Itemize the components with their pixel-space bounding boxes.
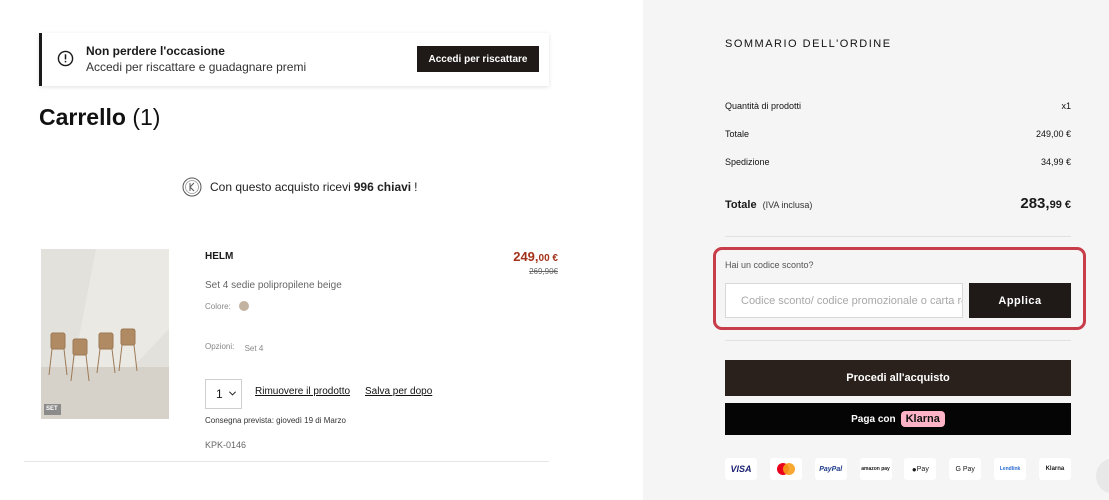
divider [725, 236, 1071, 237]
total-decimal: 99 € [1049, 199, 1071, 211]
apple-pay-label: Pay [916, 465, 929, 473]
summary-row-label: Totale [725, 129, 750, 139]
cart-count: (1) [132, 104, 161, 130]
keys-prefix: Con questo acquisto ricevi [210, 180, 351, 194]
lendlink-icon: Lendlink [994, 458, 1027, 480]
remove-product-link[interactable]: Rimuovere il prodotto [255, 386, 350, 397]
page-title: Carrello (1) [39, 104, 160, 131]
visa-icon: VISA [725, 458, 757, 480]
color-label: Colore: [205, 301, 231, 311]
summary-row-subtotal: Totale 249,00 € [725, 129, 1071, 139]
summary-row-value: 34,99 € [1040, 157, 1071, 167]
amazon-pay-icon: amazon pay [859, 458, 892, 480]
cart-title-label: Carrello [39, 104, 126, 130]
product-color: Colore: [205, 301, 249, 311]
color-swatch [238, 301, 249, 311]
klarna-logo: Klarna [900, 411, 945, 427]
summary-row-quantity: Quantità di prodotti x1 [725, 101, 1071, 111]
delivery-estimate: Consegna prevista: giovedì 19 di Marzo [205, 416, 346, 425]
product-sku: KPK-0146 [205, 440, 247, 450]
login-redeem-button[interactable]: Accedi per riscattare [417, 46, 539, 72]
total-amount: 283,99 € [1020, 195, 1071, 212]
keys-coin-icon [182, 177, 202, 197]
product-options: Opzioni: Set 4 [205, 342, 264, 353]
klarna-icon: Klarna [1038, 458, 1071, 480]
apple-pay-icon: ● Pay [904, 458, 937, 480]
summary-row-shipping: Spedizione 34,99 € [725, 157, 1071, 167]
product-name[interactable]: HELM [205, 251, 233, 262]
google-pay-icon: G Pay [949, 458, 982, 480]
info-icon [57, 50, 74, 67]
save-for-later-link[interactable]: Salva per dopo [365, 386, 432, 397]
payment-methods: VISA PayPal amazon pay ● Pay G Pay Lendli… [725, 458, 1071, 480]
options-label: Opzioni: [205, 342, 235, 351]
summary-row-value: 249,00 € [1035, 129, 1071, 139]
product-price: 249,00 € [513, 249, 558, 264]
keys-reward-note: Con questo acquisto ricevi 996 chiavi ! [182, 177, 417, 197]
promo-label: Hai un codice sconto? [725, 260, 814, 270]
product-image[interactable]: SET [41, 249, 169, 419]
price-decimal: 00 € [538, 253, 558, 264]
product-description: Set 4 sedie polipropilene beige [205, 280, 342, 291]
banner-subtitle: Accedi per riscattare e guadagnare premi [86, 60, 307, 74]
mastercard-icon [769, 458, 802, 480]
product-old-price: 269,90€ [529, 267, 558, 276]
keys-amount: 996 chiavi [353, 180, 412, 194]
total-vat-note: (IVA inclusa) [762, 200, 813, 210]
quantity-select[interactable]: 1 [205, 379, 242, 409]
summary-total: Totale (IVA inclusa) 283,99 € [725, 195, 1071, 213]
keys-suffix: ! [414, 180, 418, 194]
checkout-button[interactable]: Procedi all'acquisto [725, 360, 1071, 396]
paypal-icon: PayPal [814, 458, 847, 480]
banner-title: Non perdere l'occasione [86, 44, 225, 58]
klarna-prefix: Paga con [851, 413, 896, 425]
summary-row-label: Quantità di prodotti [725, 101, 802, 111]
divider [24, 461, 549, 462]
chevron-down-icon [228, 391, 237, 396]
options-value: Set 4 [244, 344, 264, 353]
divider [725, 340, 1071, 341]
price-integer: 249, [513, 249, 539, 264]
apply-promo-button[interactable]: Applica [969, 283, 1071, 318]
total-label: Totale [725, 199, 757, 211]
summary-row-label: Spedizione [725, 157, 770, 167]
product-badge: SET [46, 406, 58, 412]
promo-code-input[interactable] [725, 283, 963, 318]
cart-panel: Non perdere l'occasione Accedi per risca… [0, 0, 643, 500]
summary-row-value: x1 [1061, 101, 1071, 111]
summary-title: SOMMARIO DELL'ORDINE [725, 38, 892, 50]
pay-with-klarna-button[interactable]: Paga con Klarna [725, 403, 1071, 435]
quantity-value: 1 [216, 387, 223, 401]
rewards-banner: Non perdere l'occasione Accedi per risca… [39, 33, 549, 86]
total-integer: 283, [1020, 195, 1050, 212]
